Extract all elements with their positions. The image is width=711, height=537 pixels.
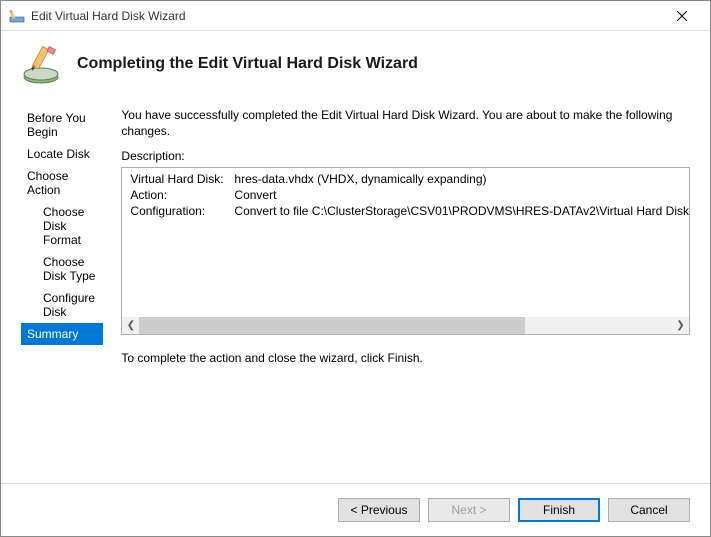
intro-text: You have successfully completed the Edit… bbox=[121, 107, 690, 139]
row-key: Configuration: bbox=[130, 204, 234, 218]
step-locate-disk[interactable]: Locate Disk bbox=[21, 143, 103, 165]
row-val: Convert to file C:\ClusterStorage\CSV01\… bbox=[234, 204, 689, 218]
app-icon bbox=[9, 8, 25, 24]
row-key: Virtual Hard Disk: bbox=[130, 172, 234, 186]
step-choose-disk-type[interactable]: Choose Disk Type bbox=[21, 251, 103, 287]
description-box: Virtual Hard Disk: hres-data.vhdx (VHDX,… bbox=[121, 167, 690, 335]
table-row: Configuration: Convert to file C:\Cluste… bbox=[130, 204, 689, 218]
steps-sidebar: Before You Begin Locate Disk Choose Acti… bbox=[21, 107, 103, 473]
body: Before You Begin Locate Disk Choose Acti… bbox=[1, 103, 710, 483]
table-row: Virtual Hard Disk: hres-data.vhdx (VHDX,… bbox=[130, 172, 689, 186]
complete-note: To complete the action and close the wiz… bbox=[121, 351, 690, 365]
close-button[interactable] bbox=[662, 2, 702, 30]
step-before-you-begin[interactable]: Before You Begin bbox=[21, 107, 103, 143]
step-choose-disk-format[interactable]: Choose Disk Format bbox=[21, 201, 103, 251]
wizard-window: Edit Virtual Hard Disk Wizard Completing… bbox=[0, 0, 711, 537]
horizontal-scrollbar[interactable]: ❮ ❯ bbox=[122, 317, 689, 334]
scroll-right-arrow[interactable]: ❯ bbox=[672, 317, 689, 334]
wizard-icon bbox=[21, 43, 63, 85]
step-summary[interactable]: Summary bbox=[21, 323, 103, 345]
window-title: Edit Virtual Hard Disk Wizard bbox=[31, 9, 662, 23]
row-val: Convert bbox=[234, 188, 689, 202]
table-row: Action: Convert bbox=[130, 188, 689, 202]
footer: < Previous Next > Finish Cancel bbox=[1, 483, 710, 536]
row-key: Action: bbox=[130, 188, 234, 202]
titlebar: Edit Virtual Hard Disk Wizard bbox=[1, 1, 710, 31]
next-button: Next > bbox=[428, 498, 510, 522]
finish-button[interactable]: Finish bbox=[518, 498, 600, 522]
header: Completing the Edit Virtual Hard Disk Wi… bbox=[1, 31, 710, 103]
cancel-button[interactable]: Cancel bbox=[608, 498, 690, 522]
step-configure-disk[interactable]: Configure Disk bbox=[21, 287, 103, 323]
description-table: Virtual Hard Disk: hres-data.vhdx (VHDX,… bbox=[130, 172, 689, 218]
previous-button[interactable]: < Previous bbox=[338, 498, 420, 522]
description-label: Description: bbox=[121, 149, 690, 163]
scroll-thumb[interactable] bbox=[139, 317, 524, 334]
page-title: Completing the Edit Virtual Hard Disk Wi… bbox=[77, 55, 418, 73]
row-val: hres-data.vhdx (VHDX, dynamically expand… bbox=[234, 172, 689, 186]
content-panel: You have successfully completed the Edit… bbox=[103, 107, 690, 473]
scroll-left-arrow[interactable]: ❮ bbox=[122, 317, 139, 334]
step-choose-action[interactable]: Choose Action bbox=[21, 165, 103, 201]
